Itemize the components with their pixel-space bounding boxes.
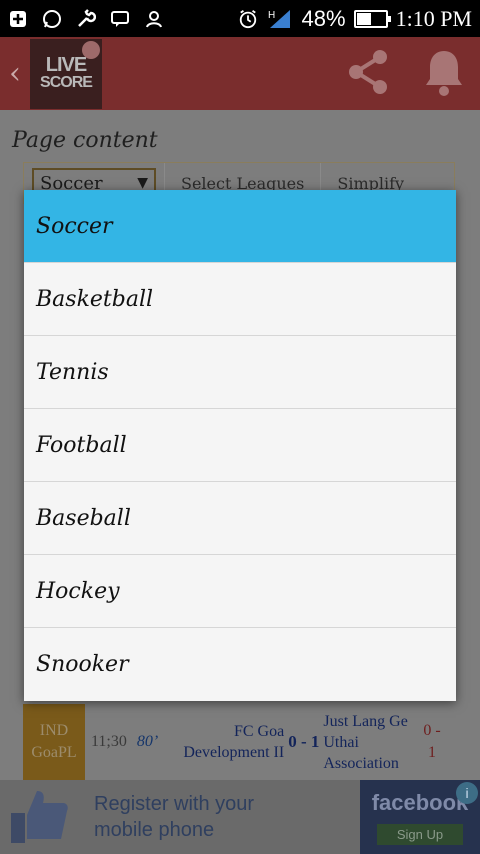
logo-text-score: SCORE xyxy=(40,73,93,91)
away-team-line: Uthai xyxy=(323,733,359,751)
league-code: IND xyxy=(39,722,69,739)
page-title: Page content xyxy=(12,128,158,153)
svg-text:H: H xyxy=(268,10,275,21)
facebook-logo: facebook xyxy=(371,789,469,815)
half-time-score: 0 - 1 xyxy=(423,720,440,764)
dropdown-option-soccer[interactable]: Soccer xyxy=(24,190,456,263)
ad-info-icon[interactable]: i xyxy=(456,782,478,804)
logo-text-live: LIVE xyxy=(45,53,87,76)
match-score: 0 - 1 xyxy=(288,732,320,751)
soccer-ball-icon xyxy=(82,40,100,59)
league-name: GoaPL xyxy=(31,744,77,761)
match-time: 11;30 xyxy=(91,733,127,750)
ad-text-line: mobile phone xyxy=(94,819,215,841)
signal-icon: H xyxy=(266,9,294,29)
home-team-line: FC Goa xyxy=(233,723,285,740)
ad-banner[interactable]: Register with your mobile phone facebook… xyxy=(0,780,480,854)
home-team-line: Development II xyxy=(183,744,285,761)
sport-dropdown-list: Soccer Basketball Tennis Football Baseba… xyxy=(24,190,456,701)
dropdown-option-football[interactable]: Football xyxy=(24,409,456,482)
thumbs-up-icon xyxy=(0,780,80,854)
ad-text: Register with your mobile phone xyxy=(94,791,254,843)
half-time-score-line: 0 - xyxy=(423,722,441,739)
battery-percent: 48% xyxy=(301,5,346,31)
back-icon[interactable]: ‹ xyxy=(0,56,30,91)
match-minute: 80’ xyxy=(136,733,159,750)
alarm-icon xyxy=(238,9,258,29)
wrench-icon xyxy=(76,8,96,29)
whatsapp-icon xyxy=(42,9,62,29)
clock: 1:10 PM xyxy=(395,5,472,31)
plus-icon xyxy=(8,9,28,29)
chat-icon xyxy=(110,9,130,29)
ad-text-line: Register with your xyxy=(94,793,255,815)
dropdown-option-snooker[interactable]: Snooker xyxy=(24,628,456,701)
dropdown-option-tennis[interactable]: Tennis xyxy=(24,336,456,409)
away-team-line: Just Lang Ge xyxy=(323,712,408,730)
dropdown-option-baseball[interactable]: Baseball xyxy=(24,482,456,555)
away-team: Just Lang Ge Uthai Association xyxy=(323,711,419,774)
dropdown-option-basketball[interactable]: Basketball xyxy=(24,263,456,336)
caret-down-icon: ▼ xyxy=(137,175,148,191)
away-team-line: Association xyxy=(323,754,399,772)
status-bar: H 48% 1:10 PM xyxy=(0,0,480,37)
bell-icon[interactable] xyxy=(424,47,464,101)
share-icon[interactable] xyxy=(344,47,394,101)
league-badge: IND GoaPL xyxy=(23,704,85,780)
dropdown-option-hockey[interactable]: Hockey xyxy=(24,555,456,628)
home-team: FC Goa Development II xyxy=(176,721,284,763)
match-row[interactable]: IND GoaPL 11;30 80’ FC Goa Development I… xyxy=(23,704,463,780)
sign-up-button[interactable]: Sign Up xyxy=(376,823,464,845)
battery-icon xyxy=(353,9,391,28)
app-logo: LIVE SCORE xyxy=(30,38,102,109)
contacts-icon xyxy=(144,9,164,29)
app-bar: ‹ LIVE SCORE xyxy=(0,37,480,110)
half-time-score-line: 1 xyxy=(428,744,437,761)
